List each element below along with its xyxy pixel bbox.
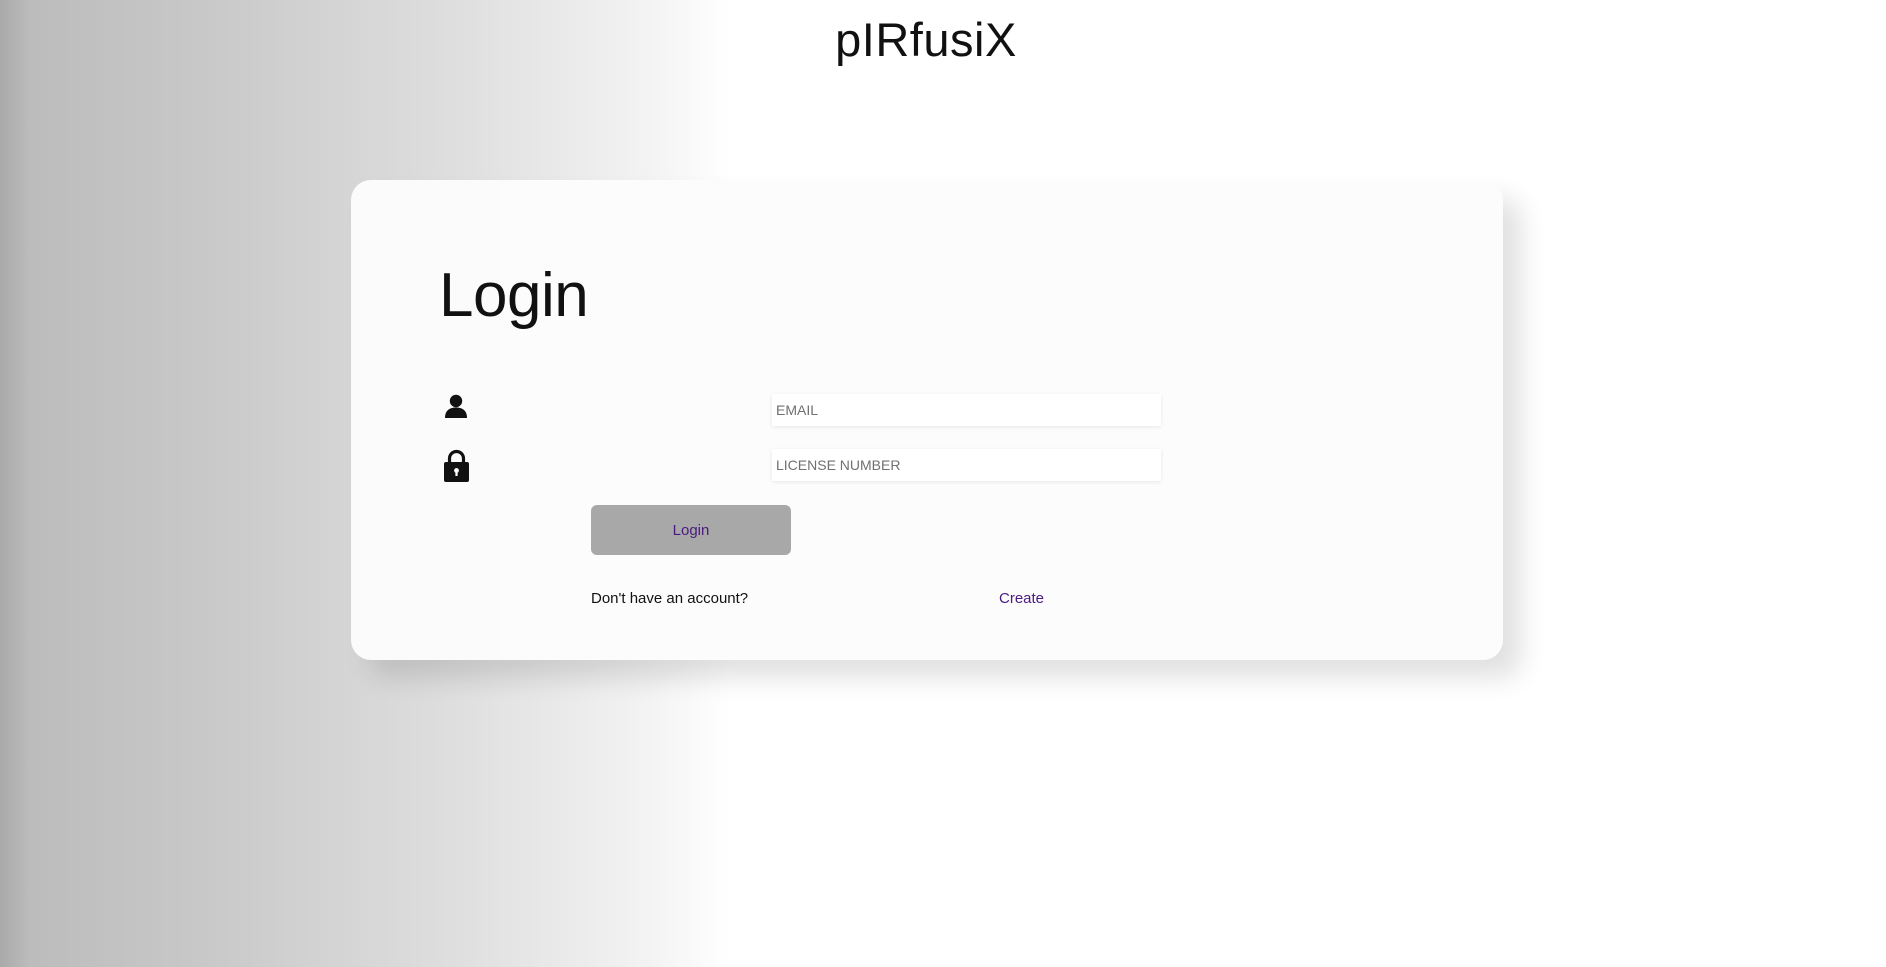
email-field[interactable] xyxy=(772,394,1161,426)
create-account-link[interactable]: Create xyxy=(999,590,1044,607)
app-title: pIRfusiX xyxy=(835,13,1017,66)
login-heading: Login xyxy=(439,261,589,330)
login-button[interactable]: Login xyxy=(591,505,791,555)
lock-icon xyxy=(443,449,469,482)
signup-prompt: Don't have an account? xyxy=(591,590,749,607)
user-icon xyxy=(443,394,469,426)
login-card: Login Login Don't have an account? Creat… xyxy=(351,180,1503,660)
license-number-field[interactable] xyxy=(772,449,1161,481)
